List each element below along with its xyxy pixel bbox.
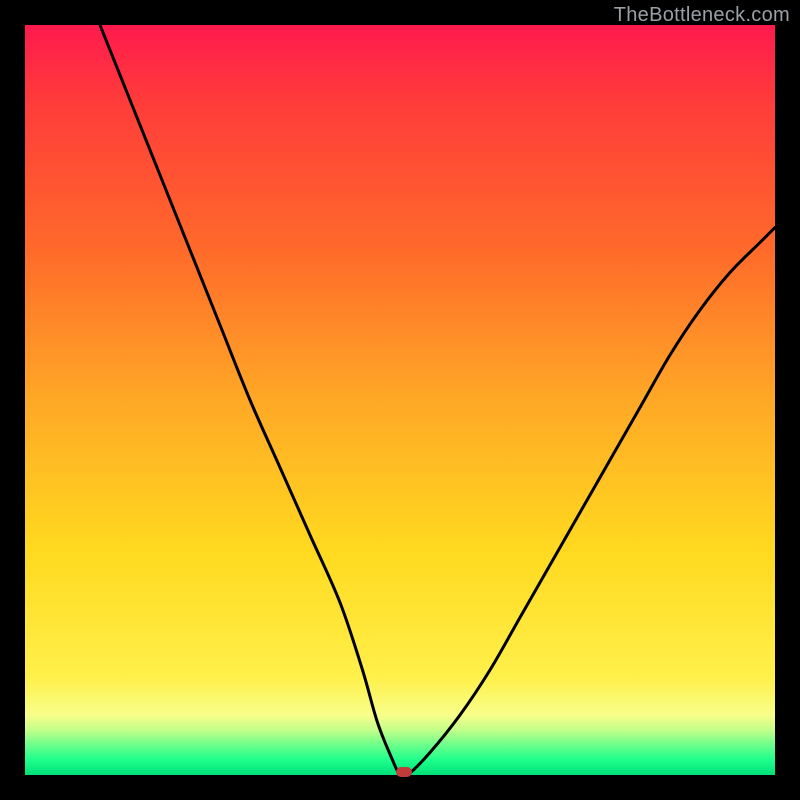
- bottleneck-marker: [396, 767, 412, 777]
- watermark-text: TheBottleneck.com: [614, 4, 790, 27]
- chart-canvas: TheBottleneck.com: [0, 0, 800, 800]
- bottleneck-curve: [25, 25, 775, 775]
- plot-area: [25, 25, 775, 775]
